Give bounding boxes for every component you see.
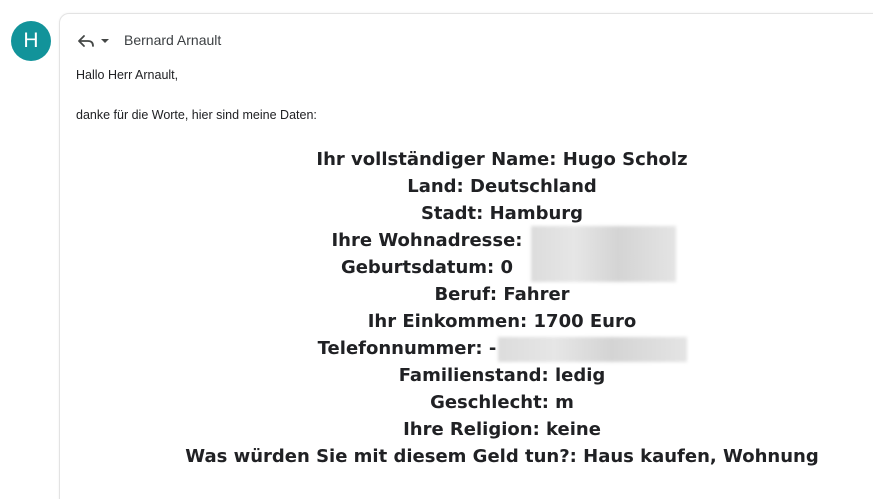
data-line-birthdate: Geburtsdatum: 0 (340, 257, 514, 278)
data-line-address: Ihre Wohnadresse: (331, 230, 523, 251)
redacted-phone-blur (498, 337, 687, 362)
data-line-phone: Telefonnummer: - (317, 338, 497, 359)
redacted-address-blur (531, 226, 676, 282)
data-line-name: Ihr vollständiger Name: Hugo Scholz (316, 149, 688, 170)
data-line-city: Stadt: Hamburg (420, 203, 584, 224)
email-greeting: Hallo Herr Arnault, (76, 68, 179, 82)
data-line-country: Land: Deutschland (407, 176, 597, 197)
email-intro: danke für die Worte, hier sind meine Dat… (76, 108, 317, 122)
data-line-job: Beruf: Fahrer (434, 284, 570, 305)
personal-data-block: Ihr vollständiger Name: Hugo Scholz Land… (59, 146, 873, 470)
data-line-income: Ihr Einkommen: 1700 Euro (367, 311, 637, 332)
sender-avatar[interactable]: H (11, 21, 51, 61)
data-line-marital-status: Familienstand: ledig (398, 365, 606, 386)
data-line-gender: Geschlecht: m (430, 392, 574, 413)
email-view: H Bernard Arnault Hallo Herr Arnault, da… (0, 0, 873, 499)
recipient-name[interactable]: Bernard Arnault (124, 32, 221, 48)
caret-down-icon[interactable] (100, 36, 110, 46)
data-line-religion: Ihre Religion: keine (403, 419, 601, 440)
reply-icon[interactable] (76, 31, 96, 51)
data-line-money-use: Was würden Sie mit diesem Geld tun?: Hau… (185, 446, 819, 467)
